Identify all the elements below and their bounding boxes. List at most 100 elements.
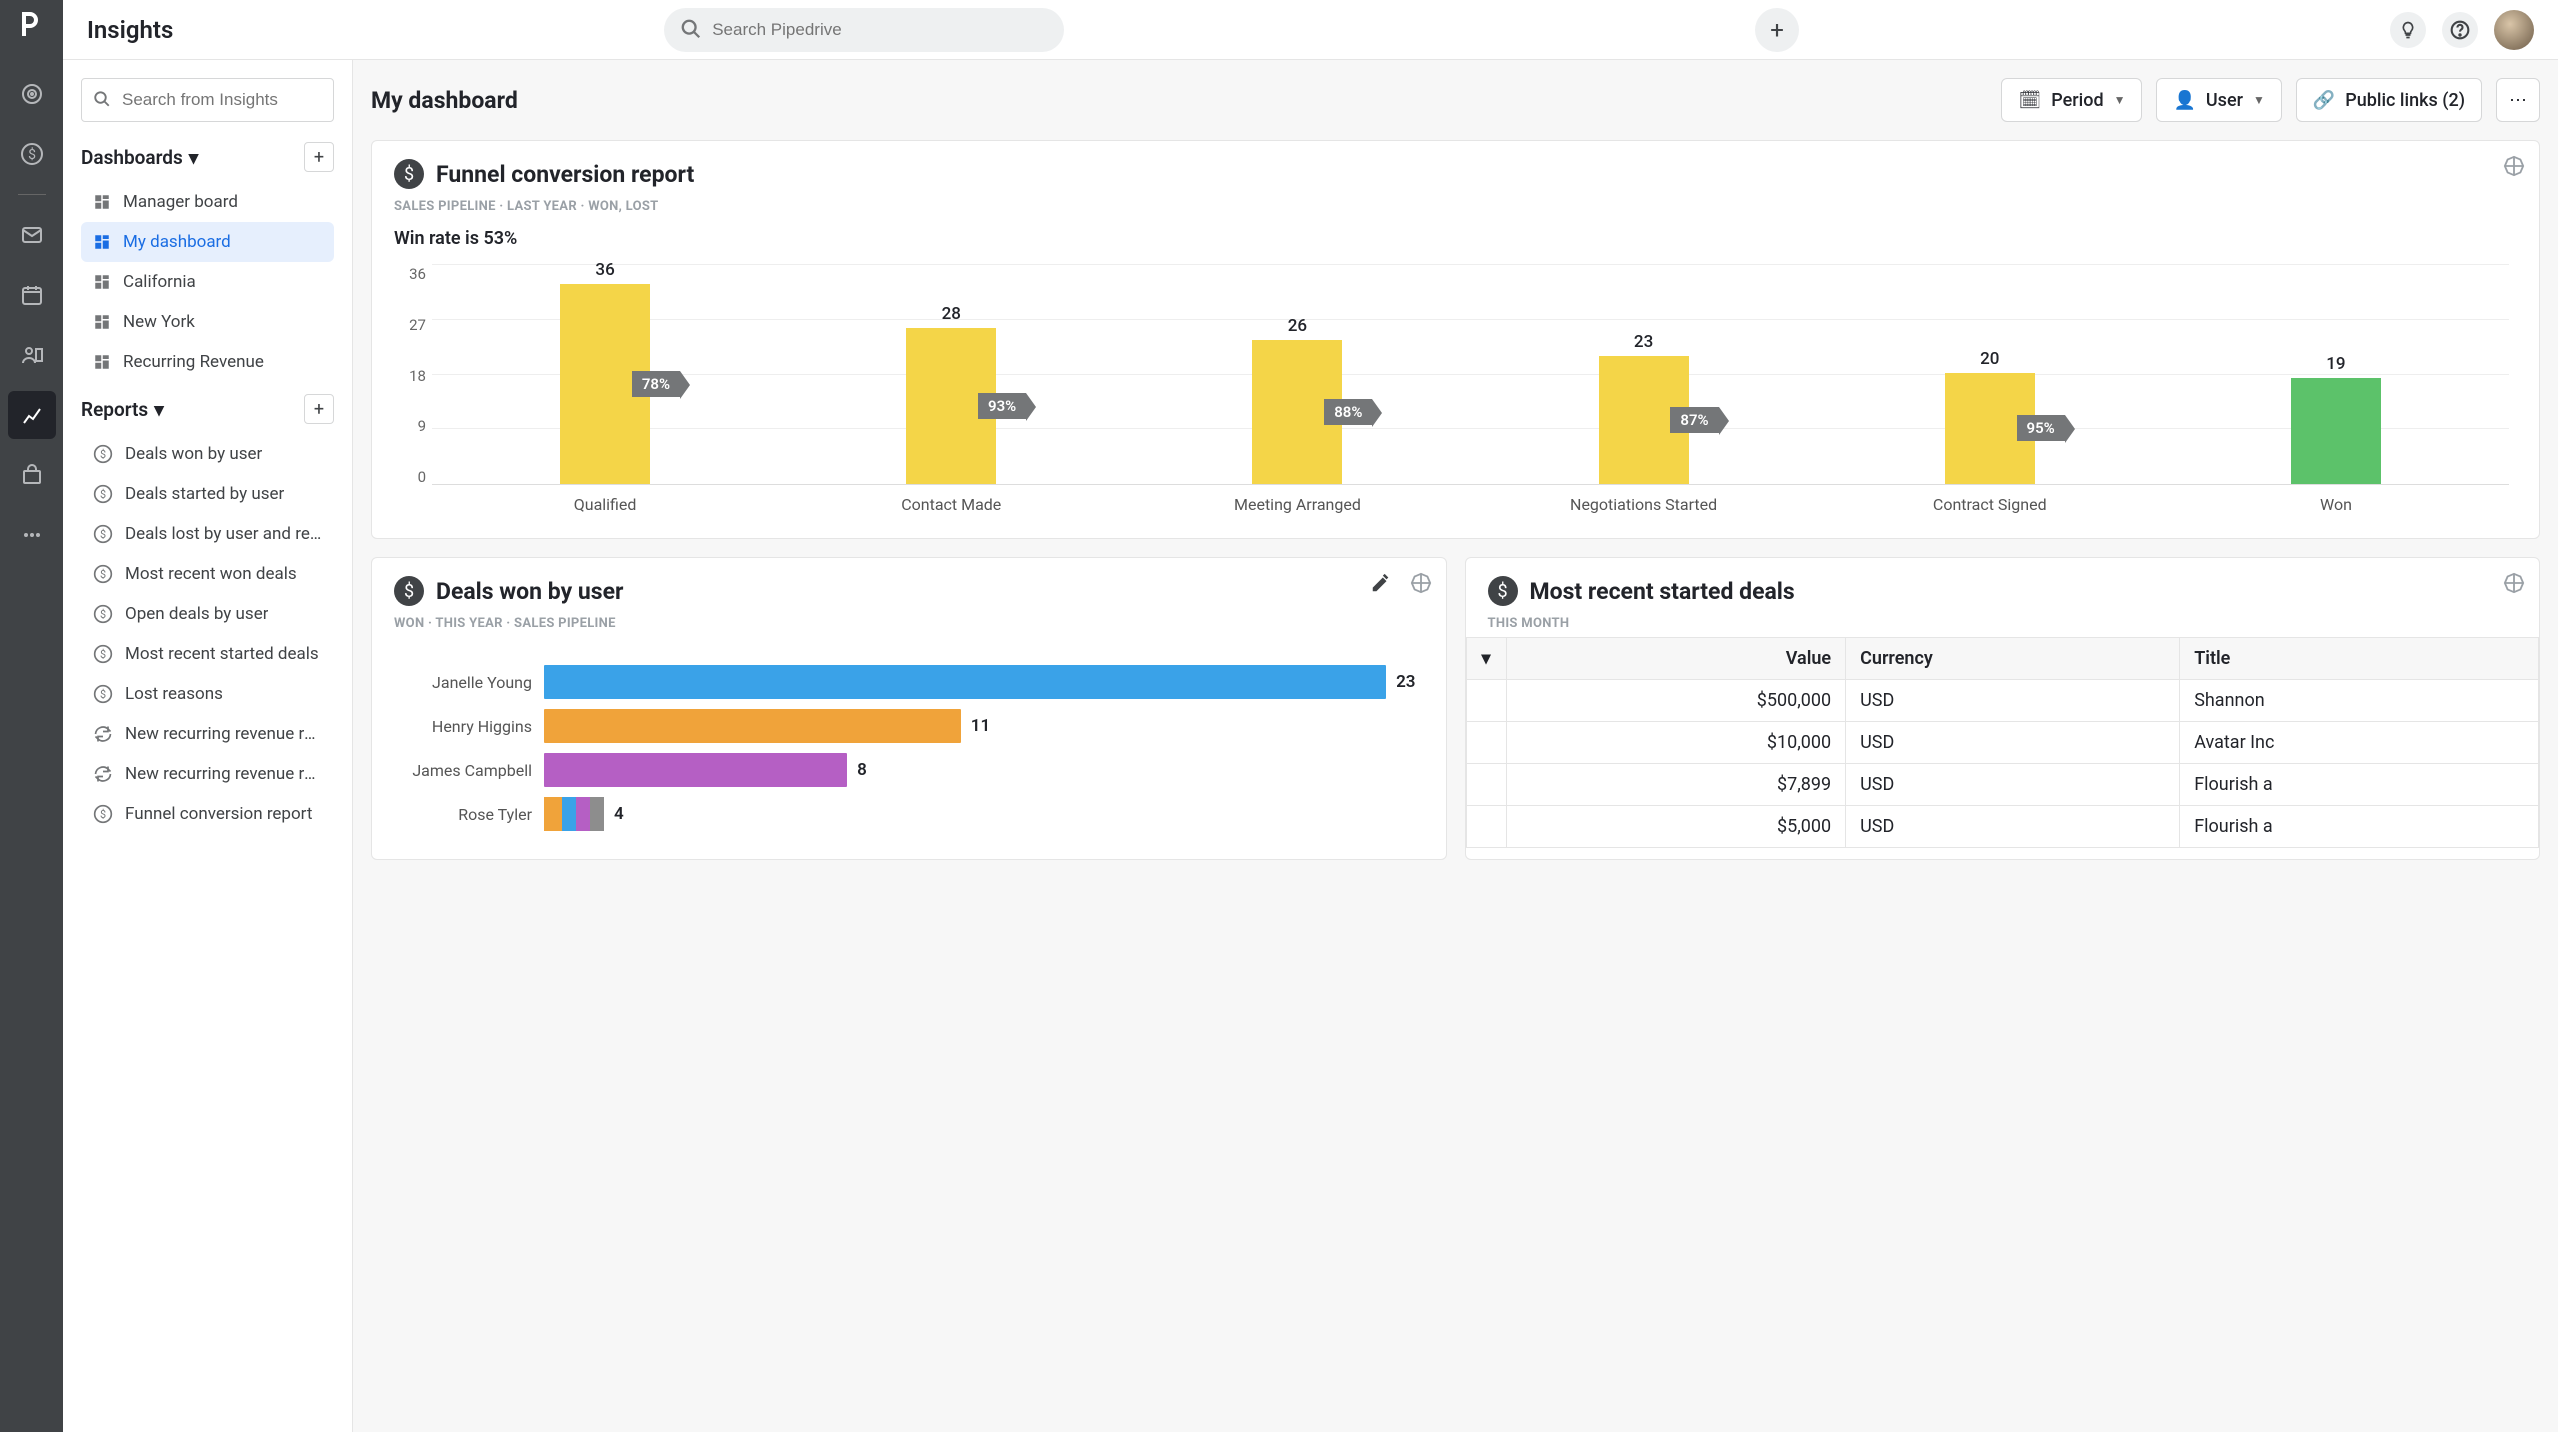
sidebar-item-label: Most recent won deals: [125, 564, 297, 584]
cell-title: Flourish a: [2180, 764, 2539, 806]
dashboards-section-toggle[interactable]: Dashboards ▾: [81, 146, 198, 169]
dashboard-icon: [93, 273, 111, 291]
nav-mail-icon[interactable]: [8, 211, 56, 259]
sidebar-report-item[interactable]: $Deals lost by user and rea…: [81, 514, 334, 554]
tips-icon[interactable]: [2390, 12, 2426, 48]
funnel-bar[interactable]: 2387%: [1599, 356, 1689, 484]
global-search: [664, 8, 1064, 52]
global-add-button[interactable]: +: [1755, 8, 1799, 52]
sidebar-report-item[interactable]: $Funnel conversion report: [81, 794, 334, 834]
deals-won-card: $ Deals won by user WON · THIS YEAR · SA…: [371, 557, 1447, 860]
nav-contacts-icon[interactable]: [8, 331, 56, 379]
card-title: Funnel conversion report: [436, 161, 694, 188]
funnel-card: $ Funnel conversion report SALES PIPELIN…: [371, 140, 2540, 539]
nav-deals-icon[interactable]: $: [8, 130, 56, 178]
insights-search-input[interactable]: [81, 78, 334, 122]
period-dropdown[interactable]: 🗓Period▼: [2001, 78, 2142, 122]
cell-title: Avatar Inc: [2180, 722, 2539, 764]
calendar-icon: 🗓: [2018, 90, 2041, 111]
funnel-bar[interactable]: 19: [2291, 378, 2381, 484]
sidebar-item-label: Deals lost by user and rea…: [125, 524, 322, 544]
svg-text:$: $: [100, 568, 106, 581]
edit-icon[interactable]: [1370, 572, 1392, 594]
hbar-category: Henry Higgins: [402, 717, 532, 736]
hbar-bar[interactable]: 8: [544, 753, 1416, 787]
public-links-button[interactable]: 🔗Public links (2): [2296, 78, 2482, 122]
chevron-down-icon: ▾: [189, 146, 199, 169]
dollar-icon: $: [394, 159, 424, 189]
cell-value: $7,899: [1506, 764, 1846, 806]
sidebar-dashboard-item[interactable]: Manager board: [81, 182, 334, 222]
funnel-bar[interactable]: 2095%: [1945, 373, 2035, 484]
drag-handle-icon[interactable]: [2503, 572, 2525, 594]
sidebar-dashboard-item[interactable]: California: [81, 262, 334, 302]
dashboard-icon: [93, 193, 111, 211]
help-icon[interactable]: [2442, 12, 2478, 48]
page-section-title: Insights: [87, 16, 173, 44]
column-header-title[interactable]: Title: [2180, 638, 2539, 680]
hbar-bar[interactable]: 23: [544, 665, 1416, 699]
sidebar-report-item[interactable]: $Lost reasons: [81, 674, 334, 714]
nav-target-icon[interactable]: [8, 70, 56, 118]
svg-text:$: $: [28, 146, 36, 163]
reports-section-toggle[interactable]: Reports ▾: [81, 398, 164, 421]
bar-value: 19: [2291, 354, 2381, 374]
table-row[interactable]: $500,000USDShannon: [1466, 680, 2539, 722]
svg-text:$: $: [100, 688, 106, 701]
nav-more-icon[interactable]: [8, 511, 56, 559]
sidebar-dashboard-item[interactable]: Recurring Revenue: [81, 342, 334, 382]
column-header-value[interactable]: Value: [1506, 638, 1846, 680]
global-search-input[interactable]: [664, 8, 1064, 52]
drag-handle-icon[interactable]: [2503, 155, 2525, 177]
funnel-bar[interactable]: 2688%: [1252, 340, 1342, 484]
sidebar-report-item[interactable]: $Deals won by user: [81, 434, 334, 474]
bar-value: 26: [1252, 316, 1342, 336]
y-tick: 9: [418, 417, 426, 435]
table-row[interactable]: $7,899USDFlourish a: [1466, 764, 2539, 806]
sidebar-dashboard-item[interactable]: My dashboard: [81, 222, 334, 262]
funnel-bar[interactable]: 2893%: [906, 328, 996, 484]
table-row[interactable]: $10,000USDAvatar Inc: [1466, 722, 2539, 764]
dollar-icon: $: [93, 804, 113, 824]
win-rate-summary: Win rate is 53%: [394, 228, 2517, 249]
sidebar-dashboard-item[interactable]: New York: [81, 302, 334, 342]
search-icon: [680, 18, 702, 40]
sidebar-item-label: Most recent started deals: [125, 644, 319, 664]
user-avatar[interactable]: [2494, 10, 2534, 50]
svg-text:$: $: [100, 808, 106, 821]
sidebar-item-label: New recurring revenue re…: [125, 764, 322, 784]
cell-title: Flourish a: [2180, 806, 2539, 848]
svg-text:$: $: [100, 448, 106, 461]
user-dropdown[interactable]: 👤User▼: [2156, 78, 2281, 122]
sort-column-header[interactable]: ▾: [1466, 638, 1506, 680]
column-header-currency[interactable]: Currency: [1846, 638, 2180, 680]
table-row[interactable]: $5,000USDFlourish a: [1466, 806, 2539, 848]
sidebar-report-item[interactable]: $Deals started by user: [81, 474, 334, 514]
main-content: My dashboard 🗓Period▼ 👤User▼ 🔗Public lin…: [353, 60, 2558, 1432]
bar-value: 20: [1945, 349, 2035, 369]
nav-insights-icon[interactable]: [8, 391, 56, 439]
sidebar-report-item[interactable]: $Most recent started deals: [81, 634, 334, 674]
dashboard-icon: [93, 313, 111, 331]
pipedrive-logo[interactable]: [16, 8, 48, 40]
nav-calendar-icon[interactable]: [8, 271, 56, 319]
drag-handle-icon[interactable]: [1410, 572, 1432, 594]
more-actions-button[interactable]: ⋯: [2496, 78, 2540, 122]
sidebar-report-item[interactable]: New recurring revenue re…: [81, 754, 334, 794]
sidebar-report-item[interactable]: $ Most recent won deals: [81, 554, 334, 594]
sidebar-item-label: Manager board: [123, 192, 238, 212]
sidebar-report-item[interactable]: $Open deals by user: [81, 594, 334, 634]
nav-products-icon[interactable]: [8, 451, 56, 499]
hbar-bar[interactable]: 11: [544, 709, 1416, 743]
sidebar-report-item[interactable]: New recurring revenue re…: [81, 714, 334, 754]
add-report-button[interactable]: +: [304, 394, 334, 424]
add-dashboard-button[interactable]: +: [304, 142, 334, 172]
dollar-icon: $: [93, 564, 113, 584]
hbar-bar[interactable]: 4: [544, 797, 1416, 831]
conversion-badge: 78%: [632, 371, 680, 397]
cell-value: $500,000: [1506, 680, 1846, 722]
x-category: Negotiations Started: [1471, 495, 1817, 514]
funnel-bar[interactable]: 3678%: [560, 284, 650, 484]
conversion-badge: 93%: [978, 393, 1026, 419]
hbar-category: Rose Tyler: [402, 805, 532, 824]
